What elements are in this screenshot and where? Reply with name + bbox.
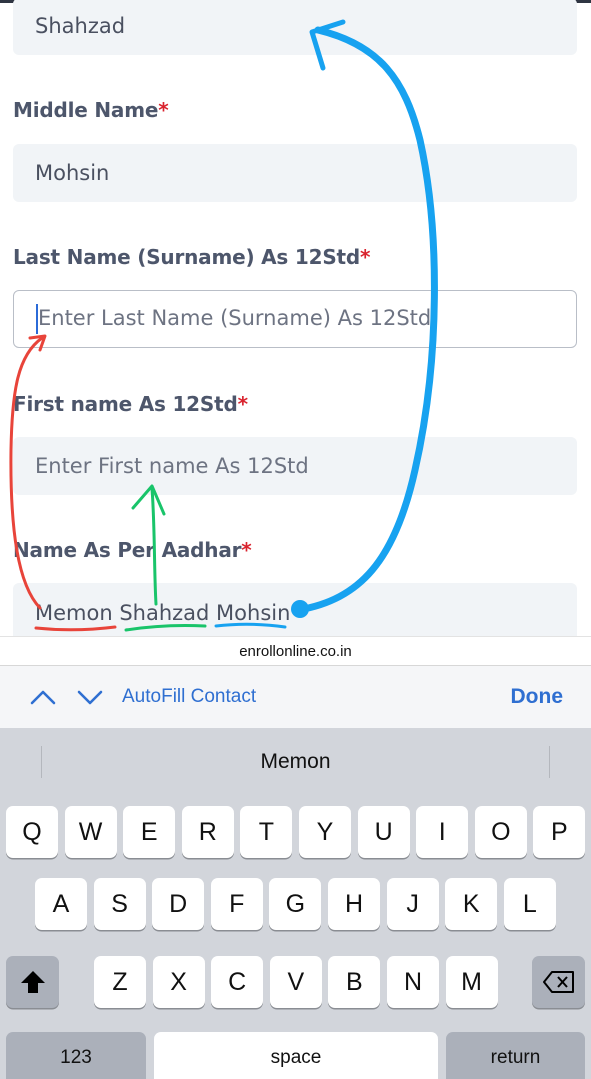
required-mark: * [237,392,248,416]
key-t[interactable]: T [240,806,293,858]
key-f[interactable]: F [210,878,263,930]
key-m[interactable]: M [445,956,498,1008]
first-name-12std-label-text: First name As 12Std [13,392,238,416]
required-mark: * [241,538,252,562]
key-o[interactable]: O [474,806,527,858]
key-c[interactable]: C [211,956,264,1008]
key-g[interactable]: G [269,878,322,930]
key-u[interactable]: U [357,806,410,858]
key-y[interactable]: Y [299,806,351,858]
autofill-contact-button[interactable]: AutoFill Contact [122,666,256,728]
key-q[interactable]: Q [6,806,58,858]
chevron-up-icon[interactable] [28,682,58,712]
middle-name-label: Middle Name* [13,98,169,122]
middle-name-value: Mohsin [35,161,110,185]
key-n[interactable]: N [387,956,439,1008]
middle-name-field[interactable]: Mohsin [13,144,577,202]
key-s[interactable]: S [93,878,146,930]
key-w[interactable]: W [64,806,117,858]
aadhar-name-label-text: Name As Per Aadhar [13,538,242,562]
key-r[interactable]: R [181,806,234,858]
last-name-label-text: Last Name (Surname) As 12Std [13,245,361,269]
suggestion-bar: Memon [0,728,591,796]
key-h[interactable]: H [328,878,380,930]
required-mark: * [158,98,169,122]
last-name-label: Last Name (Surname) As 12Std* [13,245,371,269]
key-l[interactable]: L [503,878,556,930]
backspace-icon [542,971,574,993]
done-button[interactable]: Done [511,666,564,728]
key-j[interactable]: J [386,878,439,930]
key-v[interactable]: V [269,956,322,1008]
first-name-12std-placeholder: Enter First name As 12Std [35,454,309,478]
first-name-field[interactable]: Shahzad [13,0,577,55]
key-x[interactable]: X [152,956,205,1008]
shift-key[interactable] [6,956,59,1008]
keyboard: Memon QWERTYUIOP ASDFGHJKL ZXCVBNM 123 s… [0,728,591,1079]
first-name-12std-input[interactable]: Enter First name As 12Std [13,437,577,495]
shift-icon [20,971,45,993]
key-a[interactable]: A [35,878,87,930]
suggestion-word[interactable]: Memon [0,728,591,796]
backspace-key[interactable] [532,956,585,1008]
required-mark: * [360,245,371,269]
last-name-placeholder: Enter Last Name (Surname) As 12Std [38,306,432,330]
key-k[interactable]: K [445,878,498,930]
space-key[interactable]: space [154,1032,438,1079]
key-d[interactable]: D [152,878,205,930]
middle-name-label-text: Middle Name [13,98,159,122]
key-p[interactable]: P [533,806,586,858]
aadhar-name-value: Memon Shahzad Mohsin [35,601,291,625]
return-key[interactable]: return [446,1032,585,1079]
last-name-input[interactable]: Enter Last Name (Surname) As 12Std [13,290,577,348]
key-z[interactable]: Z [94,956,146,1008]
first-name-12std-label: First name As 12Std* [13,392,248,416]
key-i[interactable]: I [416,806,469,858]
key-e[interactable]: E [123,806,176,858]
numbers-key[interactable]: 123 [6,1032,146,1079]
site-address: enrollonline.co.in [0,636,591,666]
aadhar-name-field[interactable]: Memon Shahzad Mohsin [13,583,577,639]
aadhar-name-label: Name As Per Aadhar* [13,538,252,562]
chevron-down-icon[interactable] [75,682,105,712]
keyboard-toolbar: AutoFill Contact Done [0,666,591,728]
key-b[interactable]: B [328,956,381,1008]
first-name-value: Shahzad [35,14,126,38]
